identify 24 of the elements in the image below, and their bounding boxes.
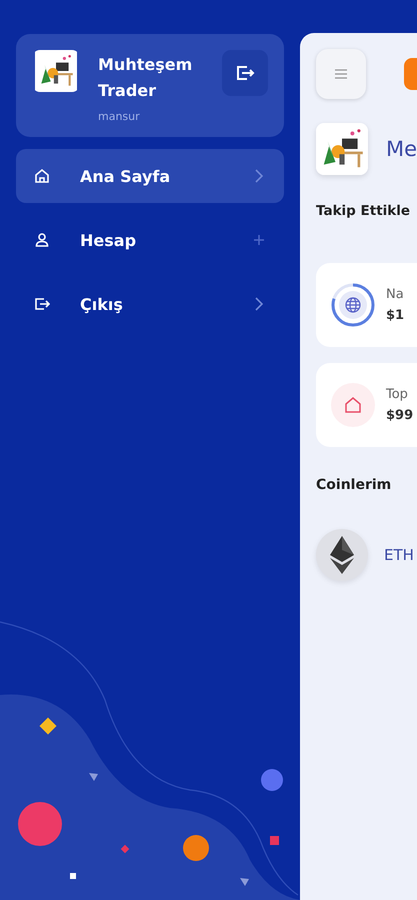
plus-icon xyxy=(254,235,264,245)
menu-icon xyxy=(335,69,347,79)
username: mansur xyxy=(98,110,141,123)
nav-item[interactable]: Hesap xyxy=(16,213,284,267)
section-title: Coinlerim xyxy=(316,477,392,493)
stat-label: Na xyxy=(386,287,404,302)
nav-item[interactable]: Çıkış xyxy=(16,277,284,331)
logout-icon xyxy=(235,64,255,82)
chevron-right-icon xyxy=(254,169,264,183)
user-icon xyxy=(34,232,50,248)
stat-label: Top xyxy=(386,387,409,402)
profile-name: Muhteşem Trader xyxy=(98,54,194,102)
nav-item[interactable]: Ana Sayfa xyxy=(16,149,284,203)
home-icon xyxy=(330,382,376,428)
stat-value: $1 xyxy=(386,308,404,323)
header-title: Me xyxy=(386,137,417,161)
home-icon xyxy=(34,168,50,184)
section-title: Takip Ettikle xyxy=(316,203,412,219)
chevron-right-icon xyxy=(254,297,264,311)
ethereum-icon xyxy=(316,529,368,581)
stat-value: $99 xyxy=(386,408,414,423)
logout-button[interactable] xyxy=(222,50,268,96)
logout-icon xyxy=(34,296,50,312)
coin-symbol: ETH xyxy=(384,546,414,564)
